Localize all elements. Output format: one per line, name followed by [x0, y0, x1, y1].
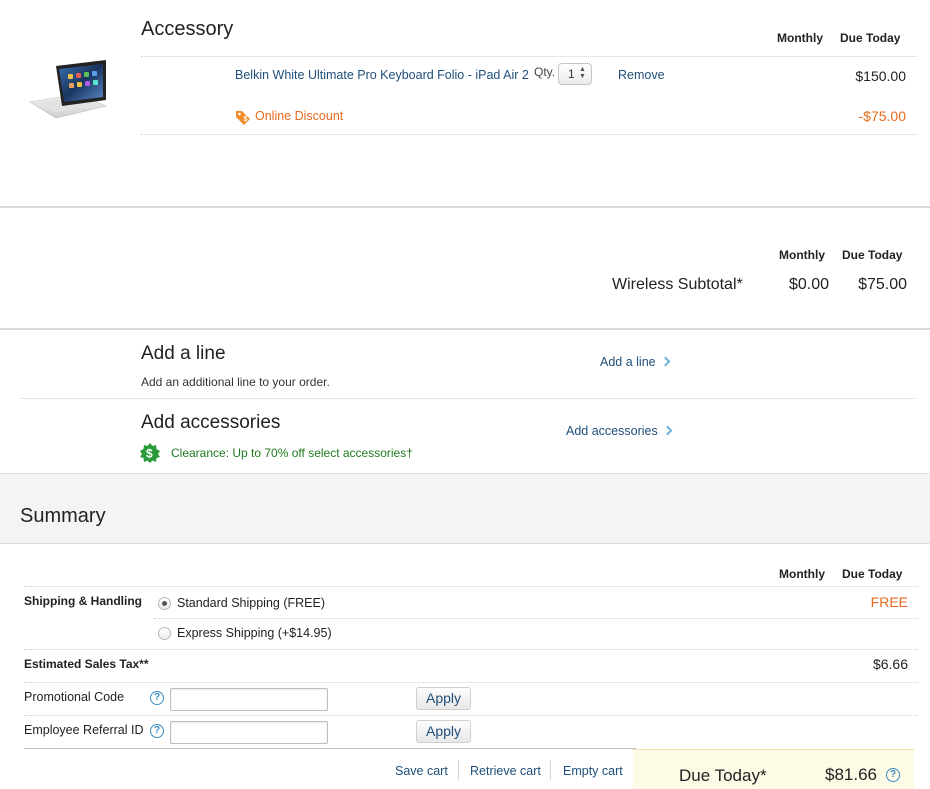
- clearance-promo-text: Clearance: Up to 70% off select accessor…: [171, 446, 413, 460]
- product-price: $150.00: [855, 68, 906, 84]
- chevron-right-icon: [660, 356, 671, 367]
- col-monthly-header: Monthly: [777, 31, 823, 45]
- svg-text:$: $: [244, 116, 248, 123]
- divider: [24, 715, 918, 716]
- discount-label: Online Discount: [255, 109, 344, 123]
- due-today-label: Due Today*: [679, 766, 767, 785]
- qty-stepper[interactable]: 1 ▲ ▼: [558, 63, 592, 85]
- summary-due-today-header: Due Today: [842, 567, 903, 581]
- qty-value: 1: [568, 67, 575, 81]
- express-shipping-label[interactable]: Express Shipping (+$14.95): [177, 626, 332, 640]
- add-line-description: Add an additional line to your order.: [141, 375, 330, 389]
- express-shipping-radio[interactable]: [158, 627, 171, 640]
- stepper-arrows-icon: ▲ ▼: [579, 66, 586, 80]
- standard-shipping-label[interactable]: Standard Shipping (FREE): [177, 596, 325, 610]
- remove-link[interactable]: Remove: [618, 68, 665, 82]
- promo-code-input[interactable]: [170, 688, 328, 711]
- due-today-box: Due Today* $81.66 ?: [633, 749, 914, 789]
- tax-due: $6.66: [872, 656, 908, 672]
- separator: [458, 760, 459, 780]
- discount-tag-icon: $: [235, 109, 251, 125]
- divider: [141, 134, 917, 135]
- add-accessories-link[interactable]: Add accessories: [566, 424, 673, 438]
- divider: [24, 748, 636, 749]
- tax-label: Estimated Sales Tax**: [24, 657, 149, 671]
- divider: [154, 618, 918, 619]
- shipping-due: FREE: [870, 594, 908, 610]
- add-line-title: Add a line: [141, 343, 226, 364]
- section-divider: [0, 328, 930, 330]
- chevron-right-icon: [662, 425, 673, 436]
- help-icon[interactable]: ?: [150, 724, 164, 738]
- discount-amount: -$75.00: [858, 108, 906, 124]
- divider: [141, 56, 917, 57]
- add-accessories-link-label[interactable]: Add accessories: [566, 424, 658, 438]
- referral-apply-button[interactable]: Apply: [416, 720, 471, 743]
- promo-code-label: Promotional Code: [24, 690, 125, 704]
- product-name-link[interactable]: Belkin White Ultimate Pro Keyboard Folio…: [235, 68, 529, 82]
- section-divider: [0, 206, 930, 208]
- clearance-badge-icon: $: [140, 443, 160, 463]
- subtotal-monthly-header: Monthly: [779, 248, 825, 262]
- subtotal-monthly: $0.00: [789, 276, 830, 293]
- promo-apply-button[interactable]: Apply: [416, 687, 471, 710]
- retrieve-cart-link[interactable]: Retrieve cart: [470, 764, 541, 778]
- col-due-today-header: Due Today: [840, 31, 901, 45]
- separator: [550, 760, 551, 780]
- shipping-label: Shipping & Handling: [24, 594, 142, 608]
- help-icon[interactable]: ?: [886, 768, 900, 782]
- subtotal-due-today: $75.00: [858, 276, 907, 293]
- svg-text:$: $: [146, 447, 153, 461]
- referral-id-input[interactable]: [170, 721, 328, 744]
- divider: [24, 586, 918, 587]
- subtotal-due-today-header: Due Today: [842, 248, 903, 262]
- add-line-link[interactable]: Add a line: [600, 355, 671, 369]
- help-icon[interactable]: ?: [150, 691, 164, 705]
- accessory-title: Accessory: [141, 18, 234, 40]
- add-line-link-label[interactable]: Add a line: [600, 355, 656, 369]
- qty-label: Qty.: [534, 65, 556, 79]
- divider: [24, 649, 918, 650]
- empty-cart-link[interactable]: Empty cart: [563, 764, 623, 778]
- summary-title: Summary: [20, 505, 106, 527]
- due-today-value: $81.66: [825, 765, 877, 784]
- referral-label: Employee Referral ID: [24, 723, 144, 737]
- divider: [24, 682, 918, 683]
- summary-header-bar: Summary: [0, 473, 930, 544]
- subtotal-label: Wireless Subtotal*: [612, 276, 743, 293]
- summary-monthly-header: Monthly: [779, 567, 825, 581]
- standard-shipping-radio[interactable]: [158, 597, 171, 610]
- save-cart-link[interactable]: Save cart: [395, 764, 448, 778]
- divider: [20, 398, 915, 399]
- product-image: [26, 56, 112, 126]
- add-accessories-title: Add accessories: [141, 412, 281, 433]
